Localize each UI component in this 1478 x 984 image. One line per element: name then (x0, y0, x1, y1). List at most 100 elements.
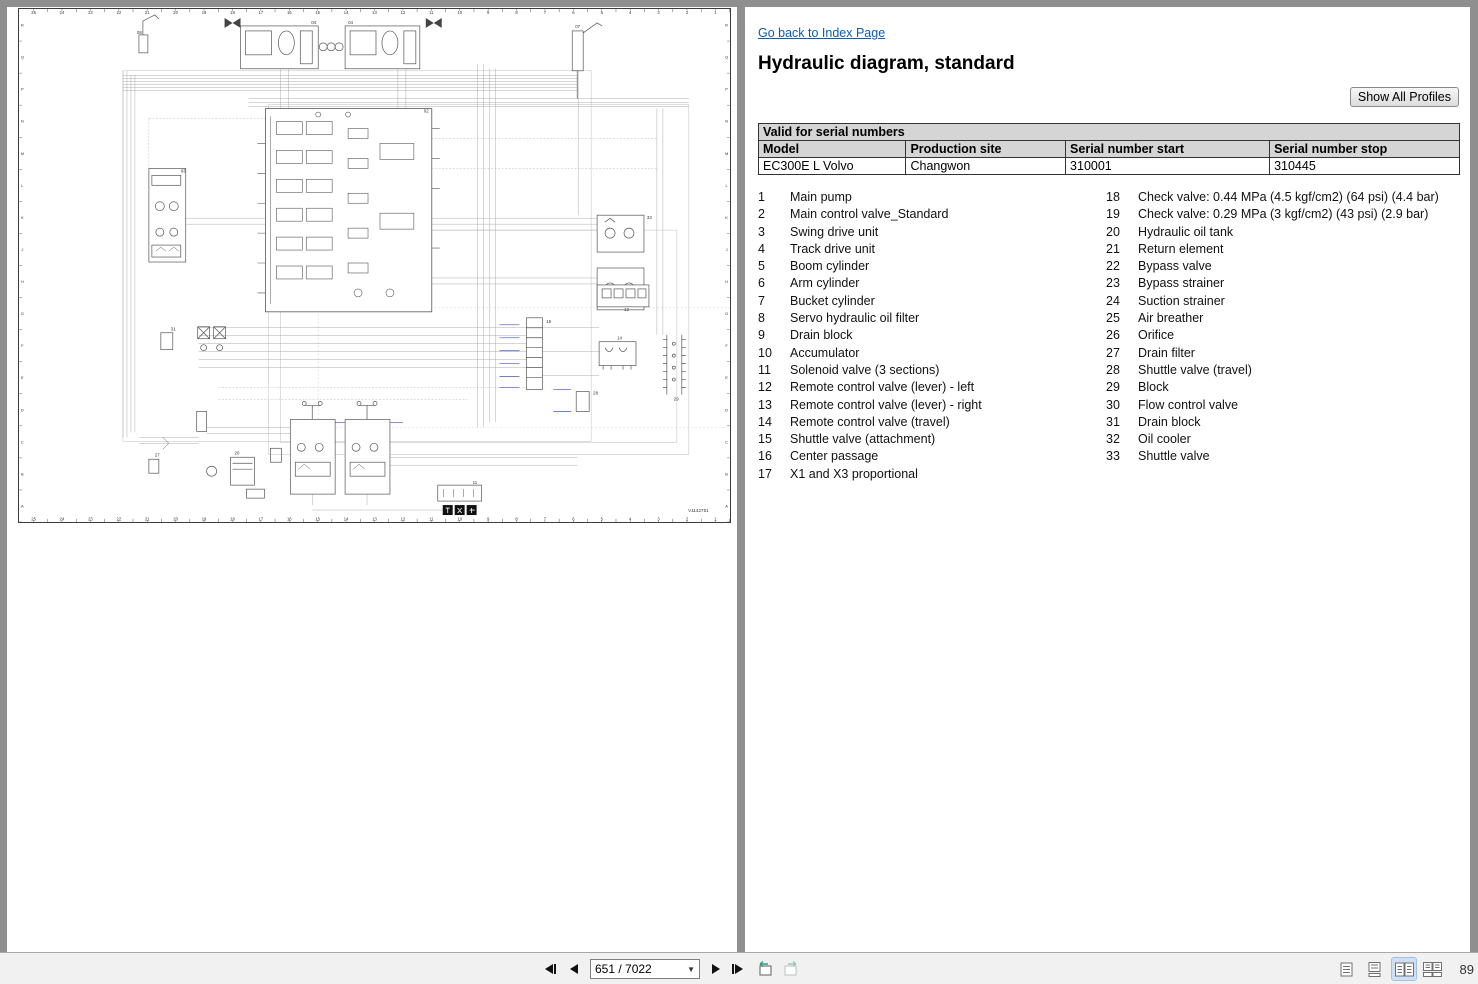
parts-list-item: 7Bucket cylinder (758, 293, 1106, 310)
svg-text:18: 18 (230, 517, 235, 522)
part-number: 18 (1106, 189, 1138, 206)
part-label: Bucket cylinder (790, 293, 1106, 310)
svg-text:7: 7 (544, 10, 547, 15)
parts-list-item: 24Suction strainer (1106, 293, 1466, 310)
part-label: Bypass strainer (1138, 275, 1466, 292)
pdf-viewer-window: { "right_pane": { "back_link": "Go back … (0, 0, 1478, 984)
back-to-index-link[interactable]: Go back to Index Page (758, 26, 885, 40)
svg-text:11: 11 (473, 480, 478, 485)
svg-text:6: 6 (572, 10, 575, 15)
part-number: 7 (758, 293, 790, 310)
part-number: 27 (1106, 345, 1138, 362)
svg-text:16: 16 (287, 517, 292, 522)
table-row: EC300E L Volvo Changwon 310001 310445 (759, 158, 1460, 175)
tank-cluster (149, 411, 281, 498)
part-number: 16 (758, 448, 790, 465)
part-label: Track drive unit (790, 241, 1106, 258)
previous-view-button[interactable] (755, 958, 775, 980)
hydraulic-schematic-page[interactable]: 2524232221201918171615141312111098765432… (18, 8, 731, 523)
part-number: 21 (1106, 241, 1138, 258)
parts-list-item: 30Flow control valve (1106, 397, 1466, 414)
part-label: Return element (1138, 241, 1466, 258)
svg-text:J: J (726, 247, 728, 252)
svg-text:17: 17 (259, 10, 264, 15)
svg-text:1: 1 (714, 517, 717, 522)
svg-text:21: 21 (145, 10, 150, 15)
parts-list-item: 8Servo hydraulic oil filter (758, 310, 1106, 327)
part-label: Suction strainer (1138, 293, 1466, 310)
two-page-view-icon (1395, 962, 1414, 977)
svg-text:19: 19 (202, 10, 207, 15)
part-label: Solenoid valve (3 sections) (790, 362, 1106, 379)
chevron-down-icon: ▼ (687, 965, 695, 974)
svg-text:11: 11 (429, 10, 434, 15)
svg-text:03: 03 (181, 168, 186, 173)
svg-text:F: F (725, 343, 728, 348)
svg-text:3: 3 (657, 517, 660, 522)
svg-text:M: M (725, 151, 728, 156)
svg-text:K: K (21, 215, 24, 220)
two-page-continuous-view-button[interactable] (1420, 958, 1444, 980)
svg-text:9: 9 (487, 517, 490, 522)
part-number: 20 (1106, 224, 1138, 241)
page-number-combobox[interactable]: 651 / 7022 ▼ (590, 959, 700, 979)
svg-text:13: 13 (372, 10, 377, 15)
svg-text:1: 1 (714, 10, 717, 15)
svg-text:10: 10 (457, 10, 462, 15)
cell-serial-start: 310001 (1066, 158, 1270, 175)
svg-text:20: 20 (235, 450, 240, 455)
part-number: 11 (758, 362, 790, 379)
svg-text:33: 33 (647, 215, 652, 220)
part-number: 15 (758, 431, 790, 448)
parts-list-item: 6Arm cylinder (758, 275, 1106, 292)
svg-text:25: 25 (31, 10, 36, 15)
first-page-button[interactable] (540, 958, 560, 980)
next-page-button[interactable] (706, 958, 726, 980)
previous-page-button[interactable] (564, 958, 584, 980)
cell-serial-stop: 310445 (1270, 158, 1460, 175)
part-label: Remote control valve (lever) - right (790, 397, 1106, 414)
part-number: 12 (758, 379, 790, 396)
parts-list-item: 23Bypass strainer (1106, 275, 1466, 292)
svg-text:K: K (725, 215, 728, 220)
svg-text:14: 14 (344, 517, 349, 522)
part-label: Servo hydraulic oil filter (790, 310, 1106, 327)
remote-control-valves (290, 401, 390, 494)
svg-text:29: 29 (674, 396, 679, 401)
part-label: X1 and X3 proportional (790, 466, 1106, 483)
part-label: Drain block (1138, 414, 1466, 431)
svg-text:15: 15 (315, 517, 320, 522)
zoom-level: 89 (1460, 962, 1474, 977)
single-page-view-button[interactable] (1334, 958, 1358, 980)
content-pane: Go back to Index Page Hydraulic diagram,… (745, 7, 1470, 952)
part-label: Boom cylinder (790, 258, 1106, 275)
svg-text:5: 5 (601, 10, 604, 15)
last-page-icon (731, 963, 745, 975)
diagram-pane: 2524232221201918171615141312111098765432… (7, 7, 737, 952)
part-number: 14 (758, 414, 790, 431)
part-number: 2 (758, 206, 790, 223)
continuous-view-button[interactable] (1362, 958, 1386, 980)
svg-text:12: 12 (401, 517, 406, 522)
part-label: Shuttle valve (travel) (1138, 362, 1466, 379)
parts-list-item: 18Check valve: 0.44 MPa (4.5 kgf/cm2) (6… (1106, 189, 1466, 206)
part-number: 3 (758, 224, 790, 241)
two-page-view-button[interactable] (1392, 958, 1416, 980)
svg-text:22: 22 (116, 517, 121, 522)
svg-text:23: 23 (88, 10, 93, 15)
part-label: Drain block (790, 327, 1106, 344)
part-label: Drain filter (1138, 345, 1466, 362)
svg-text:C: C (725, 439, 728, 444)
last-page-button[interactable] (728, 958, 748, 980)
servo-unit (149, 168, 186, 262)
svg-text:28: 28 (593, 390, 598, 395)
part-number: 30 (1106, 397, 1138, 414)
parts-column-right: 18Check valve: 0.44 MPa (4.5 kgf/cm2) (6… (1106, 189, 1466, 466)
svg-text:04: 04 (311, 20, 316, 25)
show-all-profiles-button[interactable]: Show All Profiles (1350, 87, 1459, 107)
next-view-icon (782, 961, 800, 977)
part-label: Arm cylinder (790, 275, 1106, 292)
svg-text:25: 25 (31, 517, 36, 522)
part-number: 4 (758, 241, 790, 258)
parts-list-item: 12Remote control valve (lever) - left (758, 379, 1106, 396)
